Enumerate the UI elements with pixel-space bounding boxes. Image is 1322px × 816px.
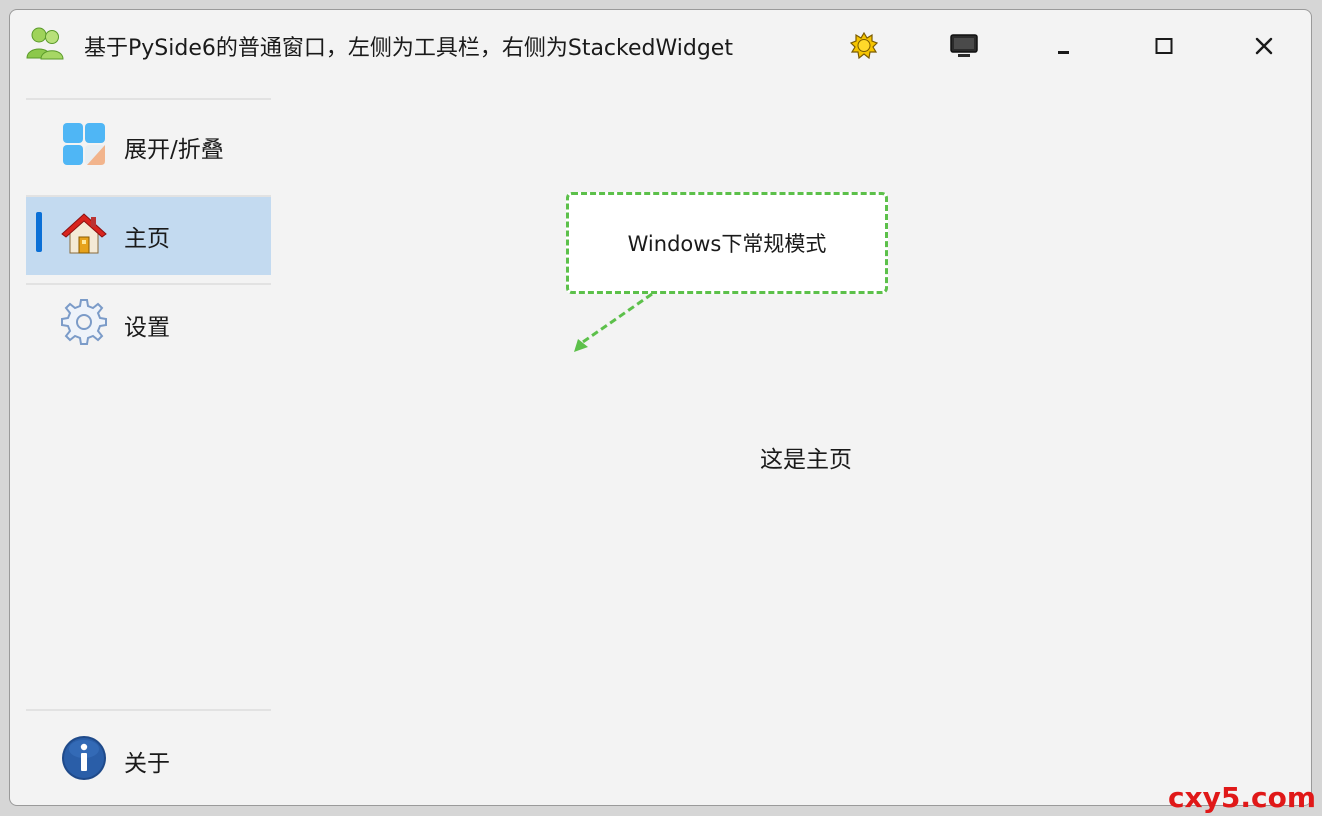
sidebar-item-label: 关于: [124, 751, 170, 777]
gear-icon: [61, 299, 107, 345]
page-label: 这是主页: [760, 447, 852, 473]
window-title: 基于PySide6的普通窗口，左侧为工具栏，右侧为StackedWidget: [84, 36, 733, 61]
sidebar-item-settings[interactable]: 设置: [26, 286, 271, 364]
monitor-icon: [950, 34, 978, 57]
sidebar-item-label: 主页: [124, 226, 170, 252]
sidebar-item-about[interactable]: 关于: [26, 722, 271, 800]
close-button[interactable]: [1244, 28, 1284, 64]
watermark: cxy5.com: [1167, 781, 1316, 814]
close-icon: [1255, 37, 1273, 55]
tooltip-arrow-icon: [574, 292, 653, 352]
stacked-widget-content: Windows下常规模式 这是主页: [272, 82, 1311, 805]
minimize-icon: [1058, 51, 1069, 54]
sidebar-item-home[interactable]: 主页: [26, 197, 271, 275]
minimize-button[interactable]: [1044, 28, 1084, 64]
divider: [26, 709, 271, 711]
mode-tooltip: Windows下常规模式: [566, 192, 888, 294]
active-indicator: [36, 212, 42, 252]
theme-toggle-button[interactable]: [844, 28, 884, 64]
sidebar-item-label: 展开/折叠: [124, 137, 224, 163]
display-mode-button[interactable]: [944, 28, 984, 64]
main-window: 基于PySide6的普通窗口，左侧为工具栏，右侧为StackedWidget 展…: [9, 9, 1312, 806]
tooltip-text: Windows下常规模式: [627, 232, 827, 256]
sidebar-toolbar: 展开/折叠 主页 设置 关于: [26, 98, 271, 798]
divider: [26, 283, 271, 285]
divider: [26, 98, 271, 100]
title-bar[interactable]: 基于PySide6的普通窗口，左侧为工具栏，右侧为StackedWidget: [10, 10, 1311, 82]
sidebar-item-label: 设置: [124, 315, 170, 341]
home-icon: [61, 213, 107, 254]
maximize-icon: [1155, 38, 1173, 54]
maximize-button[interactable]: [1144, 28, 1184, 64]
sun-icon: [850, 32, 878, 60]
info-icon: [62, 736, 106, 780]
tiles-icon: [63, 123, 105, 165]
sidebar-item-expand-collapse[interactable]: 展开/折叠: [26, 108, 271, 186]
users-icon: [26, 27, 64, 60]
